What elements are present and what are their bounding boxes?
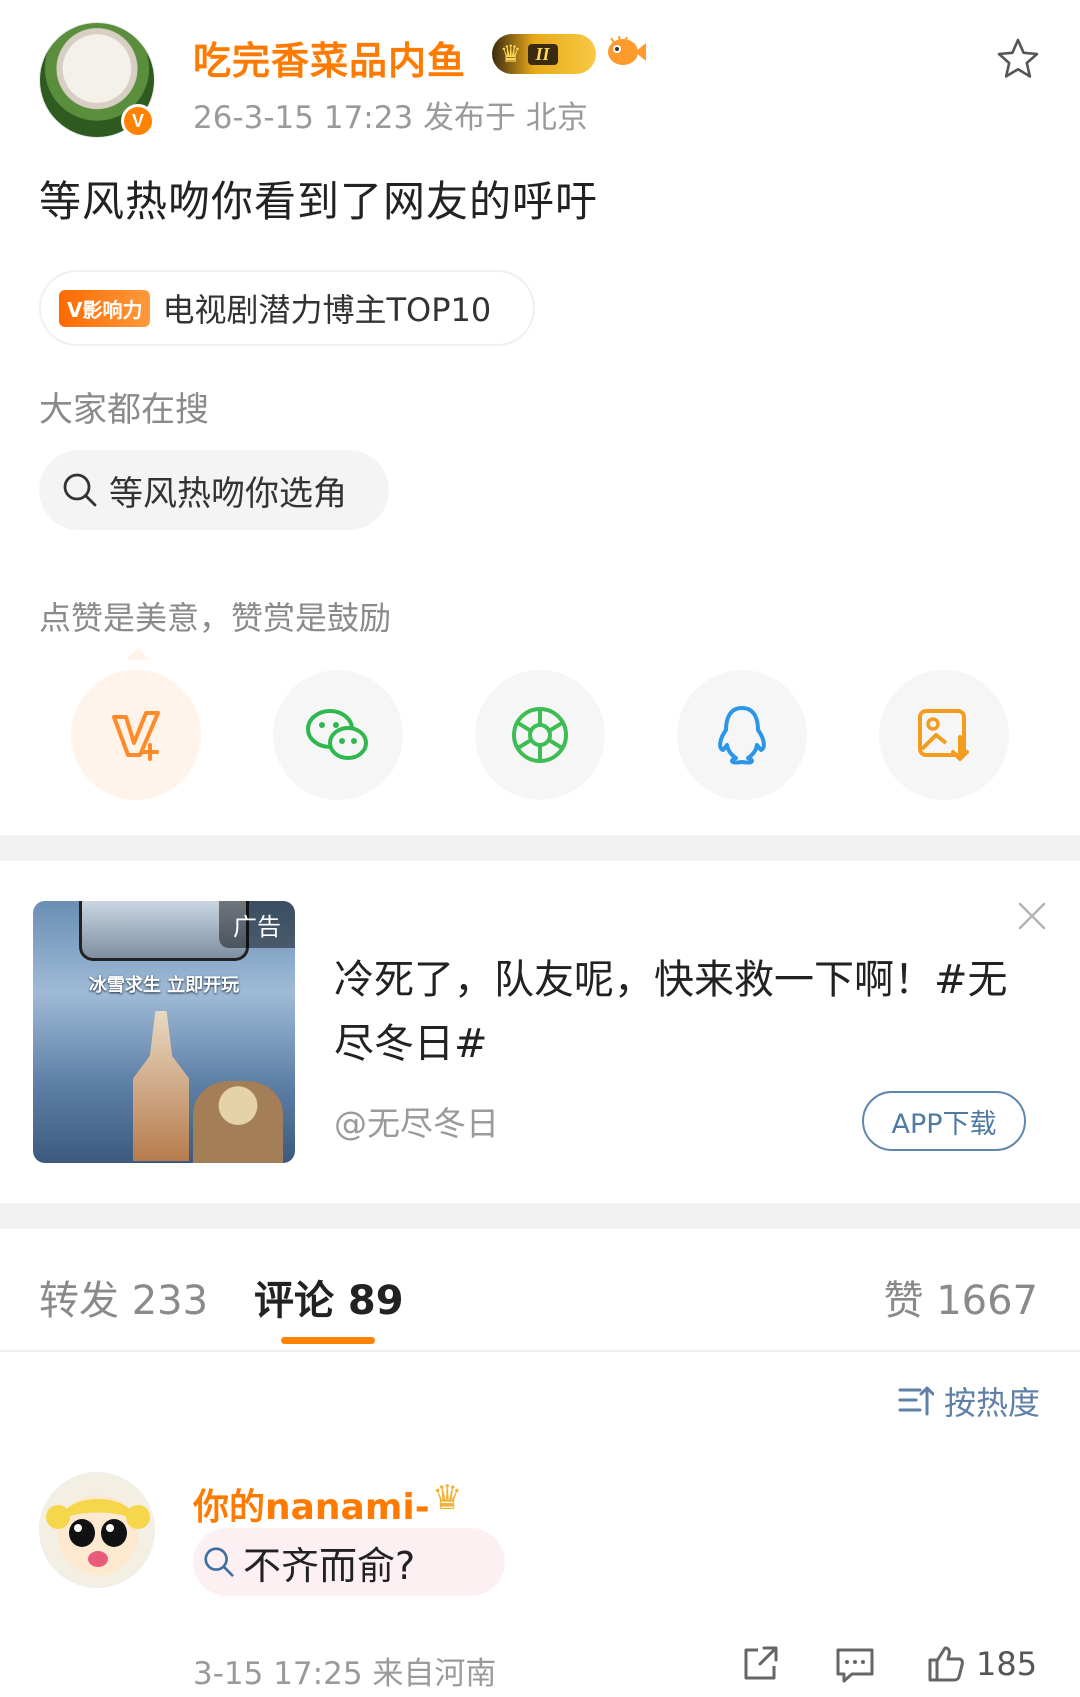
ad-label: 广告 xyxy=(219,901,295,948)
tab-repost[interactable]: 转发 233 xyxy=(39,1268,208,1326)
qq-share-button[interactable] xyxy=(677,670,807,800)
tabs-divider xyxy=(0,1350,1080,1352)
sort-button[interactable]: 按热度 xyxy=(898,1378,1040,1424)
favorite-star-icon[interactable] xyxy=(995,36,1041,82)
ad-figure-illustration xyxy=(193,1081,283,1163)
search-icon xyxy=(204,1547,234,1577)
influence-text: 电视剧潜力博主TOP10 xyxy=(162,291,492,329)
comment-meta: 3-15 17:25 来自河南 xyxy=(193,1656,497,1692)
v-plus-button[interactable] xyxy=(71,670,201,800)
like-count: 185 xyxy=(976,1645,1038,1683)
wechat-icon xyxy=(306,709,368,760)
reply-icon[interactable] xyxy=(834,1644,876,1684)
close-icon[interactable] xyxy=(1016,900,1048,932)
trending-search-heading: 大家都在搜 xyxy=(39,390,209,430)
sort-icon xyxy=(898,1386,934,1416)
author-avatar[interactable]: V xyxy=(39,22,155,138)
thumbs-up-icon xyxy=(928,1646,964,1682)
section-divider xyxy=(0,835,1080,861)
app-download-button[interactable]: APP下载 xyxy=(862,1091,1026,1151)
influence-badge: V影响力 xyxy=(59,289,151,327)
comment-search-link[interactable]: 不齐而俞? xyxy=(193,1528,505,1596)
like-button[interactable]: 185 xyxy=(926,1644,1037,1684)
post-meta: 26-3-15 17:23 发布于 北京 xyxy=(193,100,588,136)
share-icon[interactable] xyxy=(740,1644,782,1684)
post-text: 等风热吻你看到了网友的呼吁 xyxy=(39,177,599,226)
ad-handle[interactable]: @无尽冬日 xyxy=(334,1097,499,1145)
save-image-icon xyxy=(918,709,969,761)
ad-image[interactable]: 冰雪求生 立即开玩 广告 xyxy=(33,901,295,1163)
cartoon-avatar-image xyxy=(46,1495,150,1575)
member-level: II xyxy=(527,43,558,65)
crown-icon: ♛ xyxy=(500,40,522,68)
share-row xyxy=(0,670,1080,800)
verified-badge-icon: V xyxy=(121,104,155,138)
active-tab-indicator xyxy=(281,1337,375,1344)
commenter-name[interactable]: 你的nanami- xyxy=(193,1478,430,1530)
search-icon xyxy=(63,473,97,507)
save-image-button[interactable] xyxy=(879,670,1009,800)
qq-icon xyxy=(718,706,766,765)
tab-like[interactable]: 赞 1667 xyxy=(883,1268,1038,1326)
v-plus-icon xyxy=(112,711,160,761)
trending-search-text: 等风热吻你选角 xyxy=(109,473,347,514)
tab-comment[interactable]: 评论 89 xyxy=(254,1268,404,1326)
ad-title[interactable]: 冷死了，队友呢，快来救一下啊！#无尽冬日# xyxy=(334,948,1034,1076)
ad-image-banner: 冰雪求生 立即开玩 xyxy=(88,975,240,996)
commenter-avatar[interactable] xyxy=(39,1472,155,1588)
author-name[interactable]: 吃完香菜品内鱼 xyxy=(193,30,466,85)
section-divider xyxy=(0,1203,1080,1229)
member-crown-badge: ♛ II xyxy=(492,34,596,74)
reward-text: 点赞是美意，赞赏是鼓励 xyxy=(39,599,392,637)
comment-search-text: 不齐而俞? xyxy=(243,1543,416,1588)
tooltip-pointer xyxy=(126,648,150,660)
trending-search-pill[interactable]: 等风热吻你选角 xyxy=(39,450,389,530)
wechat-share-button[interactable] xyxy=(273,670,403,800)
member-crown-icon: ♛ xyxy=(432,1478,463,1518)
influence-tag[interactable]: V影响力 电视剧潜力博主TOP10 xyxy=(39,270,535,346)
moments-icon xyxy=(512,707,568,763)
sort-label: 按热度 xyxy=(943,1384,1040,1422)
ad-tower-illustration xyxy=(133,1011,189,1161)
moments-share-button[interactable] xyxy=(475,670,605,800)
fish-icon xyxy=(608,35,646,65)
